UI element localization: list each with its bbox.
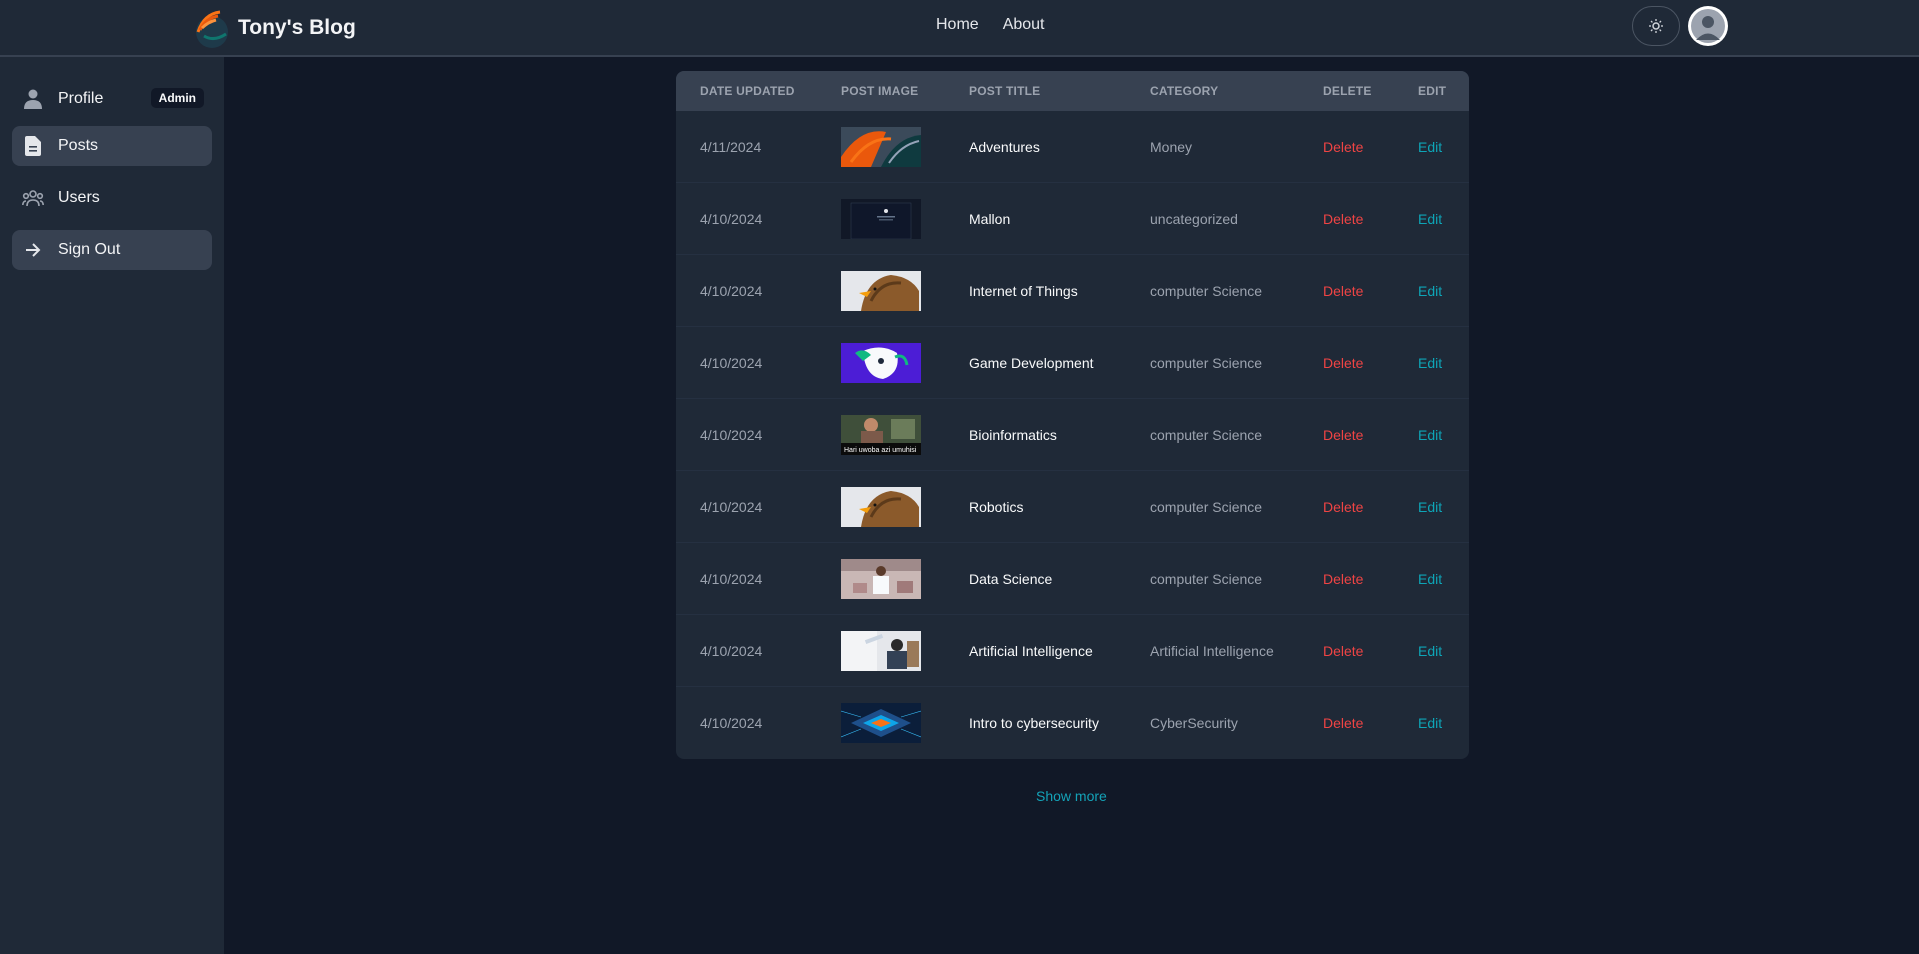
post-thumbnail[interactable] (841, 271, 921, 311)
row-category: computer Science (1150, 283, 1263, 299)
table-row: 4/10/2024 Game Development computer Scie… (676, 327, 1469, 399)
dashboard-sidebar: Profile Admin Posts Users Sign Out (0, 57, 224, 954)
row-title[interactable]: Internet of Things (969, 283, 1078, 299)
top-header: Tony's Blog Home About (0, 0, 1919, 57)
sidebar-item-posts[interactable]: Posts (12, 126, 212, 166)
row-category: computer Science (1150, 571, 1263, 587)
row-title[interactable]: Artificial Intelligence (969, 643, 1093, 659)
row-date: 4/10/2024 (700, 571, 763, 587)
row-category: uncategorized (1150, 211, 1238, 227)
delete-link[interactable]: Delete (1323, 283, 1363, 299)
row-category: computer Science (1150, 355, 1263, 371)
sidebar-item-label: Profile (58, 90, 104, 107)
row-title[interactable]: Bioinformatics (969, 427, 1057, 443)
row-date: 4/10/2024 (700, 355, 763, 371)
row-category: Money (1150, 139, 1193, 155)
row-title[interactable]: Intro to cybersecurity (969, 715, 1099, 731)
row-category: computer Science (1150, 499, 1263, 515)
sidebar-item-users[interactable]: Users (12, 178, 212, 218)
edit-link[interactable]: Edit (1418, 499, 1442, 515)
row-date: 4/10/2024 (700, 499, 763, 515)
nav-about[interactable]: About (1003, 16, 1045, 34)
user-icon (22, 88, 44, 110)
header-edit: Edit (1418, 84, 1447, 98)
row-date: 4/10/2024 (700, 643, 763, 659)
post-thumbnail[interactable] (841, 487, 921, 527)
delete-link[interactable]: Delete (1323, 715, 1363, 731)
brand[interactable]: Tony's Blog (190, 6, 356, 50)
row-title[interactable]: Adventures (969, 139, 1040, 155)
delete-link[interactable]: Delete (1323, 211, 1363, 227)
table-row: 4/11/2024 Adventures Money Delete Edit (676, 111, 1469, 183)
post-thumbnail[interactable] (841, 703, 921, 743)
delete-link[interactable]: Delete (1323, 571, 1363, 587)
table-row: 4/10/2024 Internet of Things computer Sc… (676, 255, 1469, 327)
post-thumbnail[interactable] (841, 199, 921, 239)
row-title[interactable]: Robotics (969, 499, 1023, 515)
row-title[interactable]: Data Science (969, 571, 1052, 587)
edit-link[interactable]: Edit (1418, 211, 1442, 227)
admin-badge: Admin (150, 88, 204, 108)
post-thumbnail[interactable] (841, 343, 921, 383)
thumb-caption: Hari uwoba azi umuhisi (844, 447, 917, 454)
delete-link[interactable]: Delete (1323, 355, 1363, 371)
nav-home[interactable]: Home (936, 16, 979, 34)
header-delete: Delete (1323, 84, 1372, 98)
table-header: Date updated Post image Post title Categ… (676, 71, 1469, 111)
table-row: 4/10/2024 Intro to cybersecurity CyberSe… (676, 687, 1469, 759)
delete-link[interactable]: Delete (1323, 499, 1363, 515)
sidebar-item-sign-out[interactable]: Sign Out (12, 230, 212, 270)
row-date: 4/11/2024 (700, 139, 762, 155)
delete-link[interactable]: Delete (1323, 139, 1363, 155)
edit-link[interactable]: Edit (1418, 643, 1442, 659)
users-icon (22, 187, 44, 209)
row-title[interactable]: Mallon (969, 211, 1010, 227)
row-date: 4/10/2024 (700, 211, 763, 227)
edit-link[interactable]: Edit (1418, 355, 1442, 371)
arrow-right-icon (22, 239, 44, 261)
row-category: Artificial Intelligence (1150, 643, 1274, 659)
row-date: 4/10/2024 (700, 715, 763, 731)
show-more-button[interactable]: Show more (1036, 788, 1107, 804)
table-row: 4/10/2024 Robotics computer Science Dele… (676, 471, 1469, 543)
sidebar-item-label: Sign Out (58, 241, 121, 258)
document-icon (22, 135, 44, 157)
table-row: 4/10/2024 Mallon uncategorized Delete Ed… (676, 183, 1469, 255)
table-row: 4/10/2024 Data Science computer Science … (676, 543, 1469, 615)
row-category: computer Science (1150, 427, 1263, 443)
row-category: CyberSecurity (1150, 715, 1238, 731)
sidebar-item-label: Posts (58, 137, 99, 154)
main-nav: Home About (936, 16, 1045, 34)
table-row: 4/10/2024 Hari uwoba azi umuhisi Bioinfo… (676, 399, 1469, 471)
table-row: 4/10/2024 Artificial Intelligence Artifi… (676, 615, 1469, 687)
edit-link[interactable]: Edit (1418, 139, 1442, 155)
row-date: 4/10/2024 (700, 427, 763, 443)
header-post-title: Post title (969, 84, 1041, 98)
posts-table: Date updated Post image Post title Categ… (676, 71, 1469, 759)
sidebar-item-label: Users (58, 189, 100, 206)
edit-link[interactable]: Edit (1418, 427, 1442, 443)
header-date-updated: Date updated (700, 84, 795, 98)
edit-link[interactable]: Edit (1418, 283, 1442, 299)
row-date: 4/10/2024 (700, 283, 763, 299)
header-post-image: Post image (841, 84, 919, 98)
user-avatar-icon (1691, 9, 1725, 43)
post-thumbnail[interactable] (841, 559, 921, 599)
row-title[interactable]: Game Development (969, 355, 1094, 371)
post-thumbnail[interactable] (841, 127, 921, 167)
user-avatar[interactable] (1688, 6, 1728, 46)
sidebar-item-profile[interactable]: Profile Admin (12, 79, 212, 119)
delete-link[interactable]: Delete (1323, 643, 1363, 659)
edit-link[interactable]: Edit (1418, 715, 1442, 731)
delete-link[interactable]: Delete (1323, 427, 1363, 443)
post-thumbnail[interactable]: Hari uwoba azi umuhisi (841, 415, 921, 455)
brand-logo-icon (196, 10, 228, 48)
theme-toggle-button[interactable] (1632, 6, 1680, 46)
sun-icon (1649, 19, 1663, 33)
edit-link[interactable]: Edit (1418, 571, 1442, 587)
header-category: Category (1150, 84, 1219, 98)
post-thumbnail[interactable] (841, 631, 921, 671)
brand-title: Tony's Blog (238, 16, 356, 39)
